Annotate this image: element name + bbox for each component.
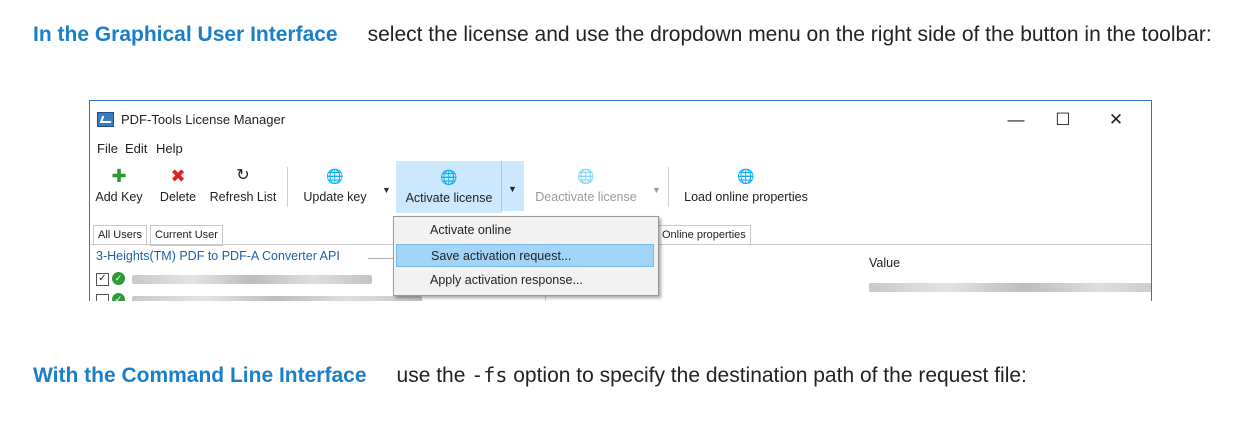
update-key-label: Update key [303, 190, 367, 204]
tab-online-properties[interactable]: Online properties [657, 225, 751, 246]
refresh-list-label: Refresh List [209, 190, 277, 204]
refresh-list-button[interactable]: ↻ Refresh List [207, 163, 279, 209]
tab-all-users[interactable]: All Users [93, 225, 148, 246]
tab-current-user[interactable]: Current User [150, 225, 223, 246]
menu-item-activate-online[interactable]: Activate online [396, 219, 654, 242]
globe-deactivate-icon: 🌐 [577, 168, 595, 184]
value-column-header: Value [869, 256, 901, 270]
window-title: PDF-Tools License Manager [121, 112, 286, 127]
license-checkbox-2[interactable] [96, 294, 109, 301]
cli-option: -fs [471, 363, 508, 387]
globe-info-icon: 🌐 [737, 168, 755, 184]
toolbar-separator-2 [668, 167, 669, 207]
plus-icon: ✚ [111, 166, 127, 186]
activate-license-label: Activate license [405, 191, 493, 205]
tree-group-header[interactable]: 3-Heights(TM) PDF to PDF-A Converter API [96, 249, 340, 263]
delete-x-icon: ✖ [170, 166, 186, 186]
delete-label: Delete [159, 190, 197, 204]
activate-license-button[interactable]: 🌐 Activate license [396, 161, 502, 213]
license-manager-window: PDF-Tools License Manager — ☐ ✕ File Edi… [89, 100, 1152, 301]
load-online-properties-label: Load online properties [684, 190, 808, 204]
valid-check-icon: ✓ [112, 272, 125, 285]
gui-keyword: In the Graphical User Interface [33, 23, 338, 46]
menu-file[interactable]: File [97, 141, 118, 156]
update-key-button[interactable]: 🌐 Update key [297, 163, 373, 209]
deactivate-license-button: 🌐 Deactivate license [530, 163, 642, 209]
maximize-button[interactable]: ☐ [1040, 107, 1086, 133]
license-key-blurred [132, 275, 372, 284]
menu-item-save-activation-request[interactable]: Save activation request... [396, 244, 654, 267]
cli-text-before: use the [396, 364, 466, 387]
add-key-button[interactable]: ✚ Add Key [94, 163, 144, 209]
add-key-label: Add Key [95, 190, 143, 204]
cli-instruction: With the Command Line Interface use the -… [33, 360, 1027, 391]
update-key-dropdown-arrow[interactable]: ▼ [382, 185, 391, 195]
deactivate-license-label: Deactivate license [535, 190, 637, 204]
chevron-down-icon: ▼ [508, 184, 517, 194]
load-online-properties-button[interactable]: 🌐 Load online properties [678, 163, 814, 209]
delete-button[interactable]: ✖ Delete [157, 163, 199, 209]
menu-edit[interactable]: Edit [125, 141, 147, 156]
deactivate-dropdown-arrow: ▼ [652, 185, 661, 195]
license-checkbox[interactable]: ✓ [96, 273, 109, 286]
globe-refresh-icon: 🌐 [326, 168, 344, 184]
title-bar: PDF-Tools License Manager — ☐ ✕ [90, 101, 1151, 137]
toolbar-separator [287, 167, 288, 207]
license-key-blurred-2 [132, 296, 422, 301]
minimize-button[interactable]: — [993, 107, 1039, 133]
value-blurred [869, 283, 1151, 292]
gui-instruction-text: select the license and use the dropdown … [367, 23, 1212, 46]
gui-instruction: In the Graphical User Interface select th… [33, 20, 1223, 50]
cli-keyword: With the Command Line Interface [33, 364, 367, 387]
close-button[interactable]: ✕ [1093, 107, 1139, 133]
refresh-icon: ↻ [236, 167, 250, 184]
activate-dropdown-menu: Activate online Save activation request.… [393, 216, 659, 296]
activate-license-dropdown[interactable]: ▼ [501, 161, 524, 211]
toolbar: ✚ Add Key ✖ Delete ↻ Refresh List 🌐 Upda… [90, 159, 1151, 213]
cli-text-after: option to specify the destination path o… [513, 364, 1027, 387]
app-icon [97, 112, 114, 127]
valid-check-icon-2: ✓ [112, 293, 125, 301]
menu-help[interactable]: Help [156, 141, 183, 156]
menu-item-apply-activation-response[interactable]: Apply activation response... [396, 269, 654, 292]
globe-activate-icon: 🌐 [440, 169, 458, 185]
